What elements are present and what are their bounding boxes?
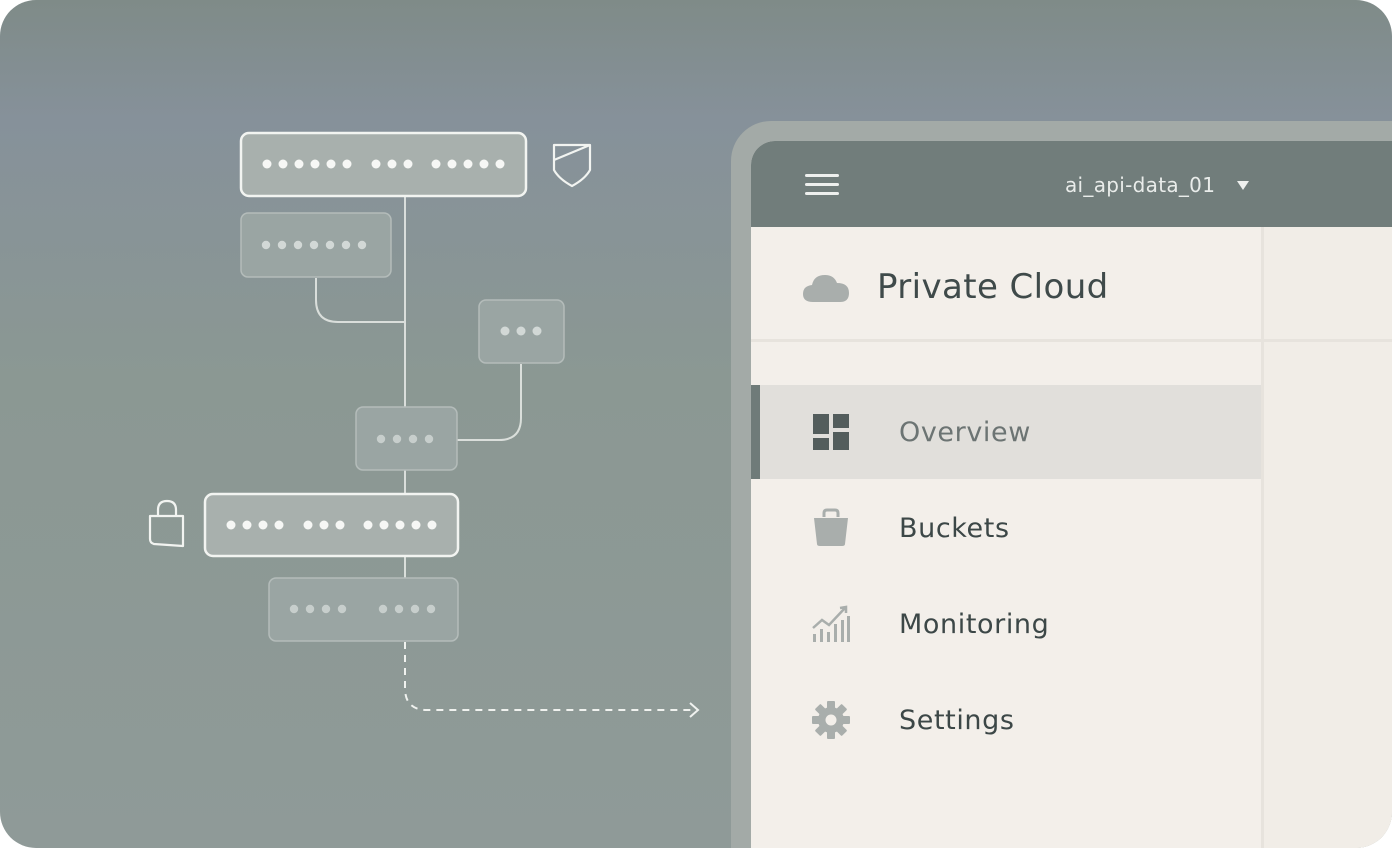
bucket-icon: [814, 508, 848, 546]
bucket-selector[interactable]: ai_api-data_01: [1065, 169, 1250, 201]
gear-icon: [812, 701, 850, 739]
sidebar-item-buckets[interactable]: Buckets: [751, 481, 1261, 575]
brand-name: Private Cloud: [877, 267, 1109, 307]
node-locked: [203, 492, 460, 558]
content-pane: [1264, 227, 1392, 848]
sidebar-item-label: Settings: [899, 704, 1015, 736]
node-quaternary: [355, 406, 458, 471]
sidebar-item-monitoring[interactable]: Monitoring: [751, 577, 1261, 671]
dashed-arrow: [404, 642, 696, 711]
hierarchy-diagram: [148, 131, 700, 718]
bucket-selector-value: ai_api-data_01: [1065, 173, 1216, 197]
chart-icon: [812, 605, 850, 642]
sidebar-item-label: Overview: [899, 416, 1031, 448]
node-secondary: [240, 212, 392, 278]
node-tertiary: [478, 299, 565, 364]
sidebar-item-settings[interactable]: Settings: [751, 673, 1261, 767]
lock-icon: [148, 499, 185, 548]
brand: Private Cloud: [801, 265, 1109, 309]
hero-card: ai_api-data_01 Private Cloud Overview Bu…: [0, 0, 1392, 848]
menu-icon[interactable]: [805, 174, 839, 196]
sidebar-item-overview[interactable]: Overview: [751, 385, 1261, 479]
top-bar: ai_api-data_01: [751, 141, 1392, 227]
node-leaf: [268, 577, 459, 642]
sidebar-item-label: Monitoring: [899, 608, 1050, 640]
cloud-icon: [803, 275, 849, 302]
header-divider: [751, 339, 1392, 342]
chevron-down-icon: [1237, 180, 1250, 190]
arrowhead: [689, 702, 700, 718]
app-window: ai_api-data_01 Private Cloud Overview Bu…: [751, 141, 1392, 848]
sidebar-item-label: Buckets: [899, 512, 1010, 544]
shield-icon: [552, 143, 592, 188]
node-primary: [239, 131, 528, 198]
dashboard-icon: [813, 414, 849, 450]
